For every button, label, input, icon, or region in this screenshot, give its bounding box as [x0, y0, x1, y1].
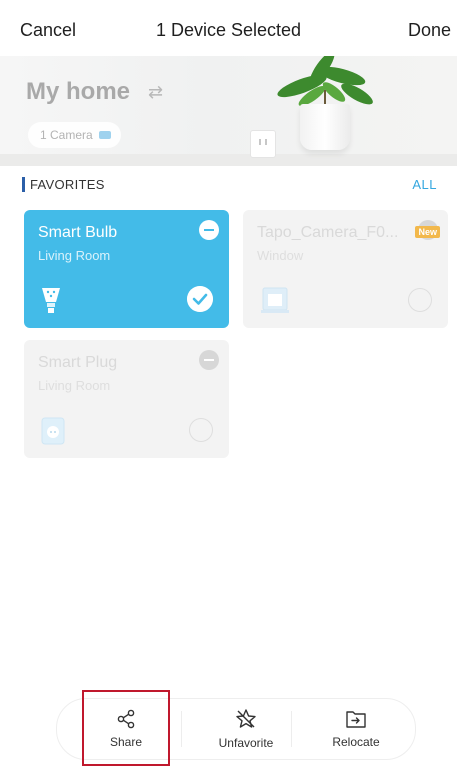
camera-count-pill[interactable]: 1 Camera: [28, 122, 121, 148]
all-link[interactable]: ALL: [412, 177, 437, 192]
share-label: Share: [109, 735, 143, 749]
action-divider: [291, 711, 292, 747]
device-room: Window: [257, 248, 304, 263]
select-circle[interactable]: [408, 288, 432, 312]
device-name: Smart Bulb: [38, 224, 118, 241]
action-divider: [181, 711, 182, 747]
done-button[interactable]: Done: [408, 20, 451, 41]
favorites-heading: FAVORITES: [22, 177, 105, 192]
plant-pot: [300, 104, 350, 150]
home-name[interactable]: My home: [26, 78, 130, 106]
shelf-decoration: [0, 154, 457, 166]
device-card-tapo-camera[interactable]: Tapo_Camera_F0... Window New: [243, 210, 448, 328]
plug-icon: [41, 417, 65, 445]
share-icon: [117, 709, 135, 729]
bulb-icon: [42, 288, 60, 313]
top-nav-bar: Cancel 1 Device Selected Done: [0, 0, 457, 56]
relocate-button[interactable]: Relocate: [301, 699, 411, 759]
relocate-folder-icon: [346, 711, 366, 728]
camera-icon: [261, 287, 289, 313]
new-badge: New: [415, 226, 440, 238]
unfavorite-star-icon: [236, 709, 256, 728]
unfavorite-button[interactable]: Unfavorite: [191, 699, 301, 759]
camera-count-label: 1 Camera: [40, 128, 93, 142]
device-card-smart-plug[interactable]: Smart Plug Living Room: [24, 340, 229, 458]
device-room: Living Room: [38, 378, 111, 393]
device-card-smart-bulb[interactable]: Smart Bulb Living Room: [24, 210, 229, 328]
unfavorite-label: Unfavorite: [218, 736, 274, 750]
action-bar: Share Unfavorite Relocate: [56, 698, 416, 760]
wall-socket-decoration: [250, 130, 276, 158]
page-title: 1 Device Selected: [155, 20, 302, 40]
relocate-label: Relocate: [332, 735, 380, 749]
device-name: Tapo_Camera_F0...: [257, 224, 399, 241]
camera-icon: [98, 131, 111, 139]
remove-favorite-icon[interactable]: [199, 220, 219, 240]
select-circle[interactable]: [189, 418, 213, 442]
share-button[interactable]: Share: [81, 699, 171, 759]
home-header: My home ⇄ 1 Camera: [0, 56, 457, 166]
swap-icon[interactable]: ⇄: [148, 82, 163, 103]
device-room: Living Room: [38, 248, 111, 263]
remove-favorite-icon[interactable]: [199, 350, 219, 370]
selected-check-icon[interactable]: [187, 286, 213, 312]
device-name: Smart Plug: [38, 354, 118, 371]
